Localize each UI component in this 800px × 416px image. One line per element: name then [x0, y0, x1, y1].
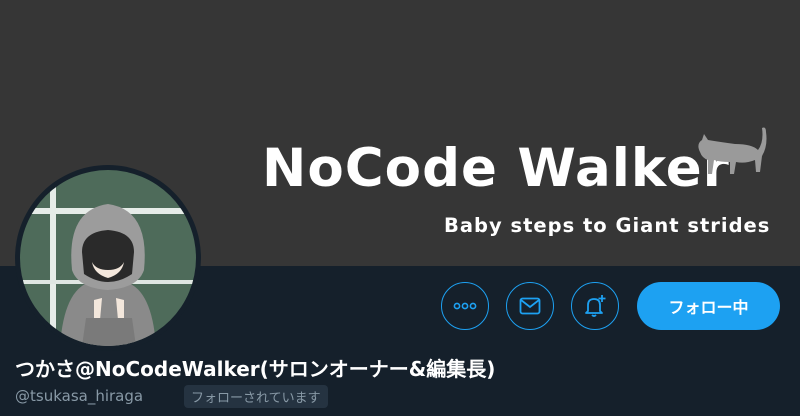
cat-icon	[698, 127, 767, 174]
avatar[interactable]	[15, 165, 201, 351]
bell-plus-icon	[585, 295, 606, 317]
notifications-button[interactable]	[571, 282, 619, 330]
more-dots-icon	[453, 302, 477, 310]
banner-subtitle: Baby steps to Giant strides	[444, 214, 771, 237]
message-button[interactable]	[506, 282, 554, 330]
following-button[interactable]: フォロー中	[637, 282, 780, 330]
user-handle[interactable]: @tsukasa_hiraga	[15, 387, 143, 405]
hooded-figure-avatar-icon	[20, 170, 196, 346]
mail-icon	[519, 297, 541, 315]
banner-title: NoCode Walker	[262, 138, 730, 199]
follows-you-badge: フォローされています	[184, 385, 328, 408]
more-button[interactable]	[441, 282, 489, 330]
display-name: つかさ@NoCodeWalker(サロンオーナー&編集長)	[15, 357, 496, 381]
